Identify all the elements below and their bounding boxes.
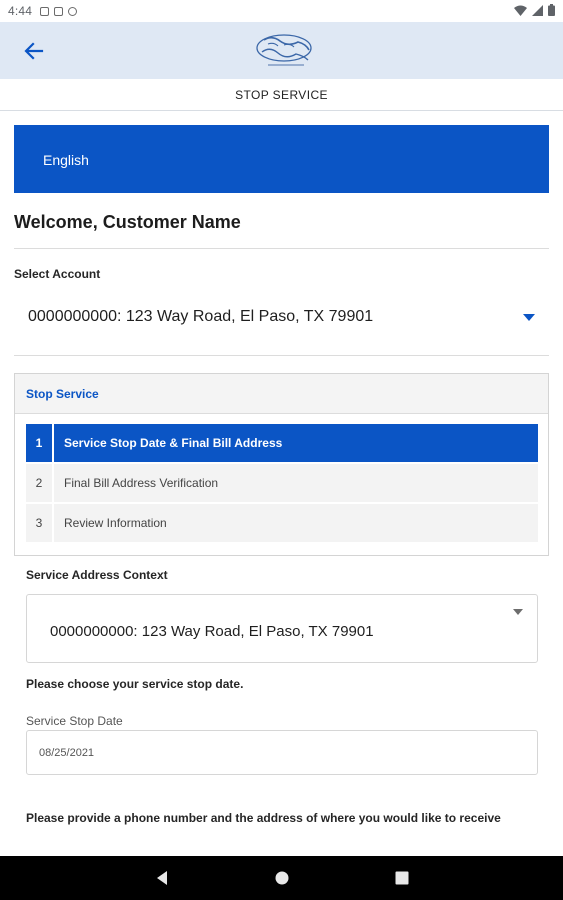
- recents-nav-icon[interactable]: [382, 856, 422, 900]
- app-bar: [0, 22, 563, 79]
- language-selector[interactable]: English: [14, 125, 549, 193]
- step-number: 1: [35, 436, 43, 450]
- status-time: 4:44: [8, 4, 33, 18]
- notification-icons: [40, 6, 78, 16]
- stop-date-label: Service Stop Date: [26, 714, 123, 728]
- service-address-dropdown[interactable]: 0000000000: 123 Way Road, El Paso, TX 79…: [26, 594, 538, 663]
- divider: [14, 248, 549, 249]
- service-address-label: Service Address Context: [26, 568, 168, 582]
- dropdown-arrow-icon: [513, 609, 523, 615]
- step-label: Review Information: [64, 516, 167, 530]
- stop-date-prompt: Please choose your service stop date.: [26, 677, 244, 691]
- battery-icon: [548, 4, 555, 16]
- notification-icon: [68, 6, 78, 16]
- system-nav-bar: [0, 856, 563, 900]
- system-icons: [514, 4, 555, 16]
- electric-company-logo: [256, 34, 312, 66]
- notification-icon: [54, 6, 64, 16]
- account-dropdown-value: 0000000000: 123 Way Road, El Paso, TX 79…: [28, 308, 374, 325]
- home-nav-icon[interactable]: [262, 856, 302, 900]
- phone-address-prompt: Please provide a phone number and the ad…: [26, 811, 501, 825]
- service-address-value: 0000000000: 123 Way Road, El Paso, TX 79…: [50, 623, 374, 640]
- page-title: STOP SERVICE: [0, 79, 563, 111]
- notification-icon: [40, 6, 50, 16]
- dropdown-arrow-icon: [523, 314, 535, 321]
- step-3[interactable]: 3 Review Information: [26, 504, 538, 542]
- back-arrow-icon[interactable]: [20, 38, 48, 64]
- welcome-heading: Welcome, Customer Name: [14, 212, 241, 232]
- stop-service-title: Stop Service: [15, 374, 548, 414]
- divider: [14, 355, 549, 356]
- wifi-icon: [514, 5, 527, 16]
- stop-service-panel: Stop Service 1 Service Stop Date & Final…: [14, 373, 549, 556]
- step-label: Final Bill Address Verification: [64, 476, 219, 490]
- signal-icon: [532, 4, 543, 16]
- account-dropdown[interactable]: 0000000000: 123 Way Road, El Paso, TX 79…: [14, 296, 549, 342]
- status-bar: 4:44: [0, 0, 563, 22]
- step-2[interactable]: 2 Final Bill Address Verification: [26, 464, 538, 502]
- step-number: 3: [35, 516, 43, 530]
- stop-date-field[interactable]: [26, 730, 538, 775]
- select-account-label: Select Account: [14, 267, 101, 281]
- step-label: Service Stop Date & Final Bill Address: [64, 436, 283, 450]
- step-number: 2: [35, 476, 43, 490]
- step-1[interactable]: 1 Service Stop Date & Final Bill Address: [26, 424, 538, 462]
- back-nav-icon[interactable]: [142, 856, 182, 900]
